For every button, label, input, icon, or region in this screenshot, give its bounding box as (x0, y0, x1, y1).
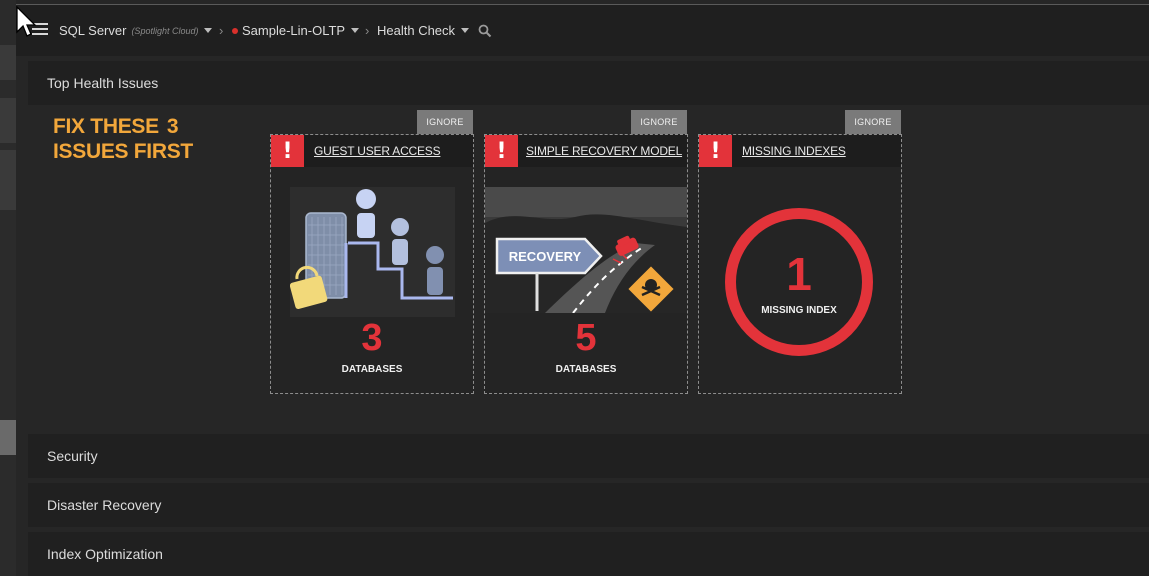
left-rail (0, 0, 16, 576)
chevron-down-icon[interactable] (204, 28, 213, 33)
banner-count: 3 (166, 115, 179, 138)
alert-exclamation-icon: ! (699, 135, 732, 167)
ignore-button[interactable]: IGNORE (631, 110, 687, 134)
issue-card-simple-recovery-model: ! SIMPLE RECOVERY MODEL RECOVERY 5 DATAB… (484, 134, 688, 394)
ring-counter-icon: 1 MISSING INDEX (725, 208, 873, 356)
breadcrumb-separator: › (219, 23, 224, 38)
card-header: ! GUEST USER ACCESS (271, 135, 473, 167)
road-recovery-icon: RECOVERY (485, 187, 687, 313)
banner-line1: FIX THESE (53, 115, 159, 138)
issue-card-guest-user-access: ! GUEST USER ACCESS 3 DATABASES (270, 134, 474, 394)
card-count: 1 (786, 248, 812, 300)
ignore-button[interactable]: IGNORE (845, 110, 901, 134)
breadcrumb-server[interactable]: SQL Server (Spotlight Cloud) (59, 5, 213, 56)
rail-block[interactable] (0, 98, 16, 143)
fix-first-banner: FIX THESE 3 ISSUES FIRST (53, 114, 193, 164)
card-count: 5 (575, 317, 597, 359)
chevron-down-icon[interactable] (351, 28, 360, 33)
card-count: 3 (361, 317, 383, 359)
breadcrumb-separator: › (365, 23, 370, 38)
status-dot-icon (232, 27, 238, 34)
search-icon[interactable] (478, 24, 492, 38)
section-index-optimization[interactable]: Index Optimization (28, 532, 1149, 576)
app-root: SQL Server (Spotlight Cloud) › Sample-Li… (0, 0, 1149, 576)
issue-card-missing-indexes: ! MISSING INDEXES 1 MISSING INDEX (698, 134, 902, 394)
breadcrumb-instance[interactable]: Sample-Lin-OLTP (232, 5, 360, 56)
card-header: ! SIMPLE RECOVERY MODEL (485, 135, 687, 167)
breadcrumb-instance-label: Sample-Lin-OLTP (242, 23, 346, 38)
card-title-link[interactable]: GUEST USER ACCESS (314, 135, 441, 167)
section-title: Top Health Issues (47, 75, 159, 91)
card-unit: DATABASES (555, 364, 617, 375)
card-title-link[interactable]: MISSING INDEXES (742, 135, 846, 167)
chevron-down-icon[interactable] (461, 28, 470, 33)
breadcrumb-page-label: Health Check (377, 23, 456, 38)
rail-scroll-thumb[interactable] (0, 420, 16, 455)
mouse-cursor-icon (16, 6, 36, 37)
breadcrumb-server-sub: (Spotlight Cloud) (131, 25, 199, 36)
alert-exclamation-icon: ! (485, 135, 518, 167)
ignore-button[interactable]: IGNORE (417, 110, 473, 134)
sign-text: RECOVERY (509, 249, 582, 264)
card-unit: MISSING INDEX (761, 305, 837, 316)
section-disaster-recovery[interactable]: Disaster Recovery (28, 483, 1149, 527)
card-unit: DATABASES (341, 364, 403, 375)
breadcrumb-server-label: SQL Server (59, 23, 127, 38)
stairs-lock-icon (290, 187, 455, 317)
rail-block[interactable] (0, 150, 16, 210)
breadcrumb-page[interactable]: Health Check (377, 5, 470, 56)
card-title-link[interactable]: SIMPLE RECOVERY MODEL (526, 135, 682, 167)
card-header: ! MISSING INDEXES (699, 135, 901, 167)
section-title: Index Optimization (47, 546, 163, 562)
section-title: Security (47, 448, 98, 464)
banner-line2: ISSUES FIRST (53, 140, 193, 163)
top-bar: SQL Server (Spotlight Cloud) › Sample-Li… (16, 5, 1149, 56)
rail-block[interactable] (0, 45, 16, 80)
alert-exclamation-icon: ! (271, 135, 304, 167)
section-top-health-issues[interactable]: Top Health Issues (28, 61, 1149, 105)
section-title: Disaster Recovery (47, 497, 162, 513)
section-security[interactable]: Security (28, 434, 1149, 478)
